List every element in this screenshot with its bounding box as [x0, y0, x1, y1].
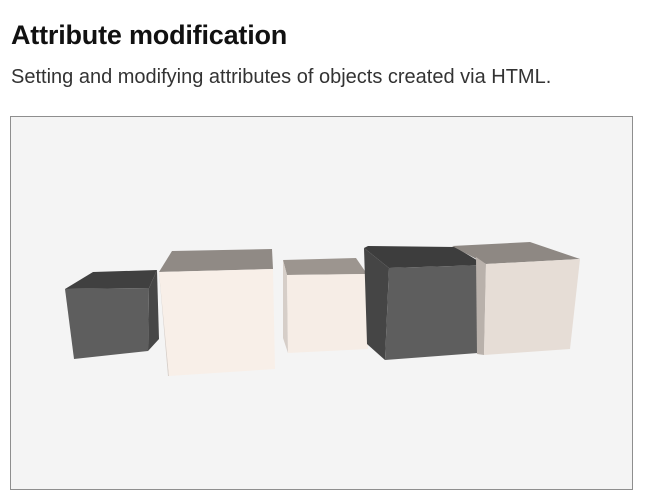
- box-3-front-face: [287, 274, 368, 353]
- scene-svg[interactable]: [11, 117, 632, 489]
- box-3-top-face: [283, 258, 367, 275]
- page-subtitle: Setting and modifying attributes of obje…: [11, 66, 552, 88]
- box-3[interactable]: [283, 258, 368, 353]
- box-1-front-face: [65, 288, 149, 359]
- box-2[interactable]: [159, 249, 275, 376]
- scene-canvas[interactable]: [10, 116, 633, 490]
- box-1[interactable]: [65, 270, 159, 359]
- box-5-front-face: [484, 259, 580, 355]
- page-title: Attribute modification: [11, 20, 288, 50]
- box-1-top-face: [65, 270, 157, 289]
- box-2-top-face: [159, 249, 273, 272]
- box-2-front-face: [159, 269, 275, 376]
- box-4[interactable]: [364, 246, 485, 360]
- box-4-front-face: [385, 265, 485, 360]
